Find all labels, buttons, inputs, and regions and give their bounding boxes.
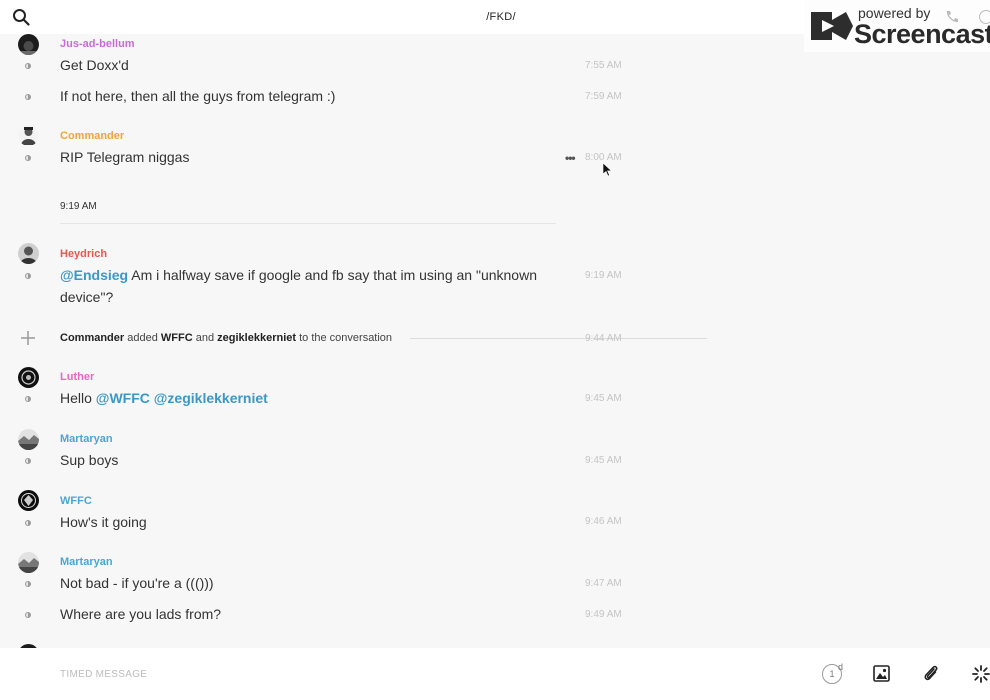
message-time: 8:00 AM (585, 152, 622, 163)
message-time: 9:19 AM (585, 270, 622, 281)
message-time: 9:47 AM (585, 578, 622, 589)
event-user[interactable]: WFFC (161, 332, 193, 344)
system-event-text: Commander added WFFC and zegiklekkerniet… (60, 332, 392, 344)
message-time: 7:59 AM (585, 91, 622, 102)
read-status-icon (25, 581, 31, 587)
message-text: Not bad - if you're a ((())) (60, 575, 214, 591)
message-time: 9:44 AM (585, 333, 622, 344)
read-status-icon (25, 63, 31, 69)
avatar[interactable] (18, 552, 39, 573)
attachment-icon[interactable] (922, 664, 940, 683)
avatar[interactable] (18, 490, 39, 511)
message-input[interactable] (60, 663, 760, 685)
sparkle-icon[interactable] (972, 665, 990, 683)
message-text: @Endsieg Am i halfway save if google and… (60, 264, 560, 308)
event-actor[interactable]: Commander (60, 332, 124, 344)
separator-line (60, 223, 556, 224)
message-time: 9:45 AM (585, 455, 622, 466)
mention-link[interactable]: @WFFC (96, 390, 150, 406)
more-options-icon[interactable]: ••• (565, 151, 576, 165)
add-member-icon (21, 331, 35, 345)
info-icon[interactable] (979, 10, 990, 24)
avatar[interactable] (18, 367, 39, 388)
image-icon[interactable] (873, 665, 890, 682)
read-status-icon (25, 94, 31, 100)
avatar[interactable] (18, 125, 39, 146)
message-body: Am i halfway save if google and fb say t… (60, 267, 537, 305)
read-status-icon (25, 520, 31, 526)
event-verb: added (127, 332, 158, 344)
avatar[interactable] (18, 34, 39, 55)
mention-link[interactable]: @Endsieg (60, 267, 128, 283)
message-time: 9:46 AM (585, 516, 622, 527)
message-sender[interactable]: Martaryan (60, 556, 113, 568)
message-sender[interactable]: Heydrich (60, 248, 107, 260)
read-status-icon (25, 612, 31, 618)
time-separator: 9:19 AM (60, 201, 97, 212)
message-sender[interactable]: Martaryan (60, 433, 113, 445)
mention-link[interactable]: @zegiklekkerniet (154, 390, 268, 406)
separator-line (410, 338, 707, 339)
message-text: Hello @WFFC @zegiklekkerniet (60, 387, 268, 409)
phone-icon[interactable] (945, 10, 959, 24)
message-text: If not here, then all the guys from tele… (60, 88, 336, 104)
event-user[interactable]: zegiklekkerniet (217, 332, 296, 344)
message-time: 9:49 AM (585, 609, 622, 620)
message-body: Hello (60, 390, 96, 406)
event-suffix: to the conversation (299, 332, 393, 344)
message-text: RIP Telegram niggas (60, 149, 190, 165)
avatar[interactable] (18, 243, 39, 264)
mouse-cursor-icon (603, 163, 613, 177)
message-text: How's it going (60, 514, 147, 530)
read-status-icon (25, 396, 31, 402)
message-text: Where are you lads from? (60, 606, 222, 622)
timer-unit: d (838, 662, 844, 672)
message-list: Jus-ad-bellum Get Doxx'd 7:55 AM If not … (0, 34, 990, 648)
read-status-icon (25, 155, 31, 161)
read-status-icon (25, 273, 31, 279)
composer-bar: 1 d (0, 648, 990, 700)
message-time: 9:45 AM (585, 393, 622, 404)
message-sender[interactable]: Jus-ad-bellum (60, 38, 135, 50)
avatar[interactable] (18, 429, 39, 450)
message-text: Get Doxx'd (60, 57, 129, 73)
message-time: 7:55 AM (585, 60, 622, 71)
message-text: Sup boys (60, 452, 119, 468)
read-status-icon (25, 458, 31, 464)
message-sender[interactable]: WFFC (60, 495, 92, 507)
event-conj: and (195, 332, 215, 344)
message-sender[interactable]: Commander (60, 130, 124, 142)
message-sender[interactable]: Luther (60, 371, 94, 383)
